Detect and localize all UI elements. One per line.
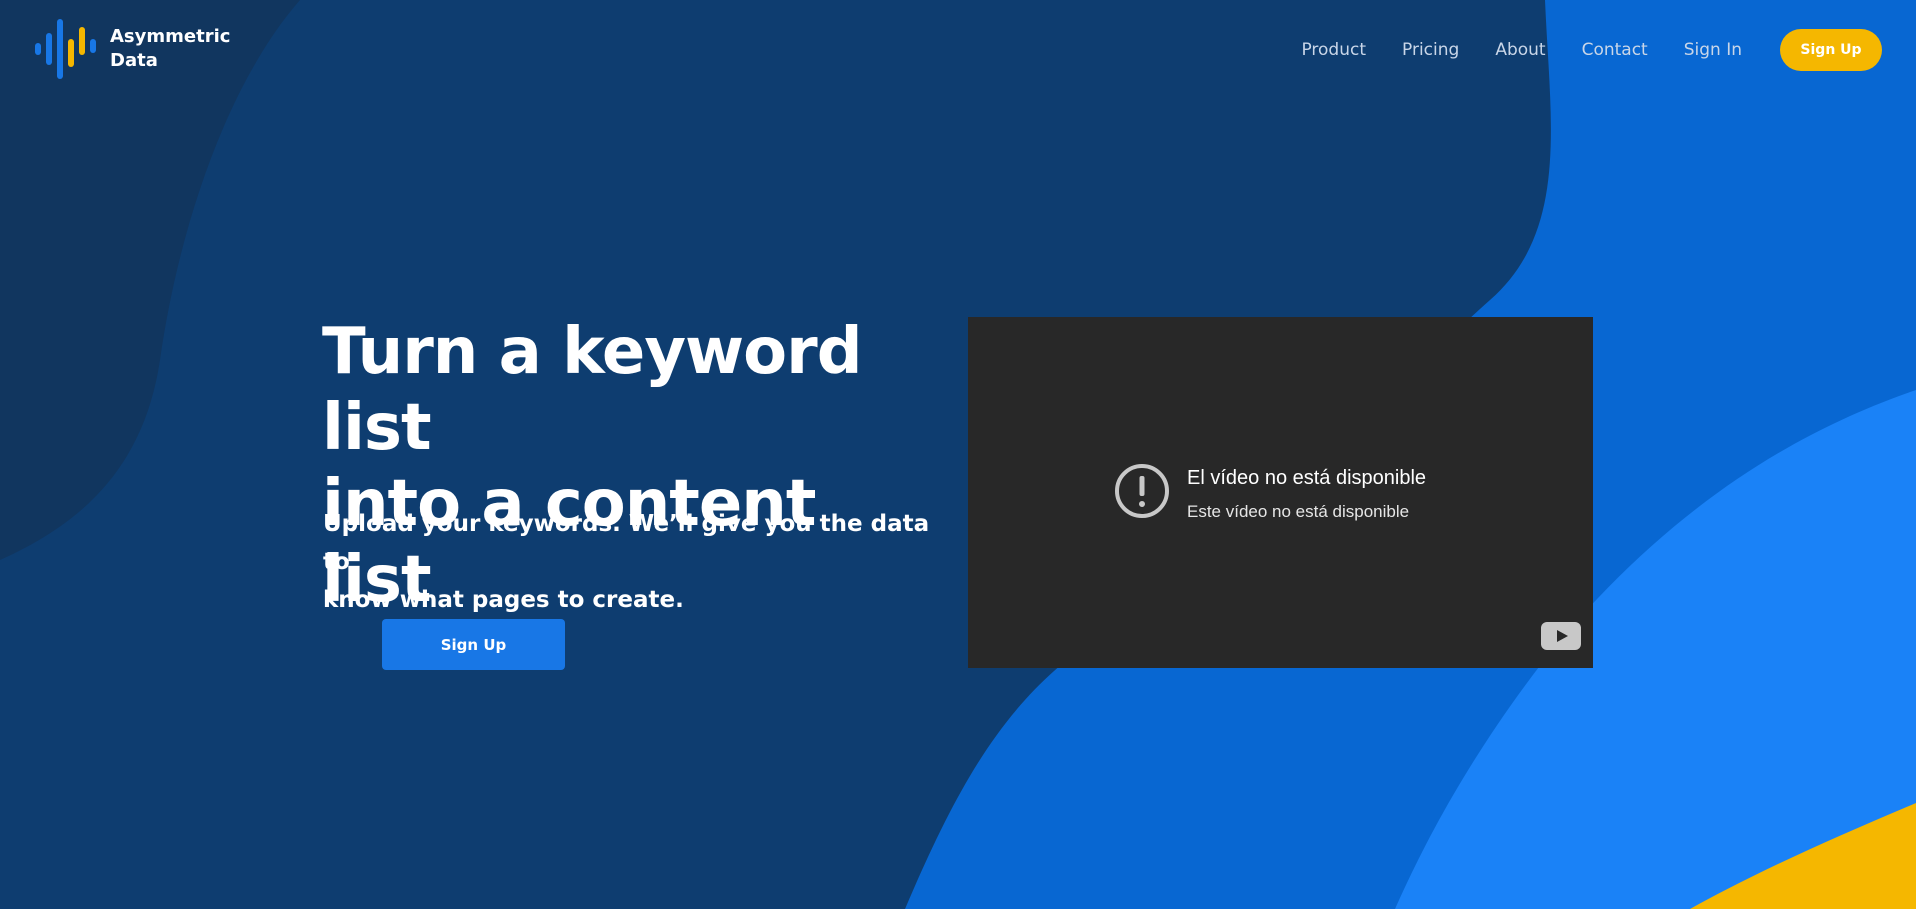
main-nav: Product Pricing About Contact Sign In Si…	[1265, 28, 1882, 72]
brand-logo[interactable]: Asymmetric Data	[34, 18, 250, 80]
hero-subtitle-line2: know what pages to create.	[323, 587, 684, 613]
landing-page: Asymmetric Data Product Pricing About Co…	[0, 0, 1916, 909]
header-sign-up-button[interactable]: Sign Up	[1780, 29, 1882, 71]
brand-name-line2: Data	[110, 50, 158, 71]
nav-about[interactable]: About	[1495, 28, 1545, 72]
alert-circle-icon	[1115, 464, 1169, 518]
hero-title-line1: Turn a keyword list	[322, 315, 862, 465]
brand-name-line1: Asymmetric	[110, 26, 231, 47]
brand-name: Asymmetric Data	[110, 25, 250, 73]
hero-sign-up-button[interactable]: Sign Up	[382, 619, 565, 670]
nav-sign-in[interactable]: Sign In	[1684, 28, 1742, 72]
nav-contact[interactable]: Contact	[1582, 28, 1648, 72]
youtube-play-icon[interactable]	[1541, 622, 1581, 650]
video-player[interactable]: El vídeo no está disponible Este vídeo n…	[968, 317, 1593, 668]
logo-bars-icon	[35, 19, 96, 79]
hero-subtitle-line1: Upload your keywords. We’ll give you the…	[323, 511, 930, 575]
nav-product[interactable]: Product	[1301, 28, 1366, 72]
background-shapes	[0, 0, 1916, 909]
nav-pricing[interactable]: Pricing	[1402, 28, 1459, 72]
video-error-description: Este vídeo no está disponible	[1187, 502, 1410, 521]
video-error-title: El vídeo no está disponible	[1187, 467, 1427, 489]
hero-subtitle: Upload your keywords. We’ll give you the…	[323, 505, 943, 619]
video-error-message: El vídeo no está disponible Este vídeo n…	[1113, 462, 1426, 525]
